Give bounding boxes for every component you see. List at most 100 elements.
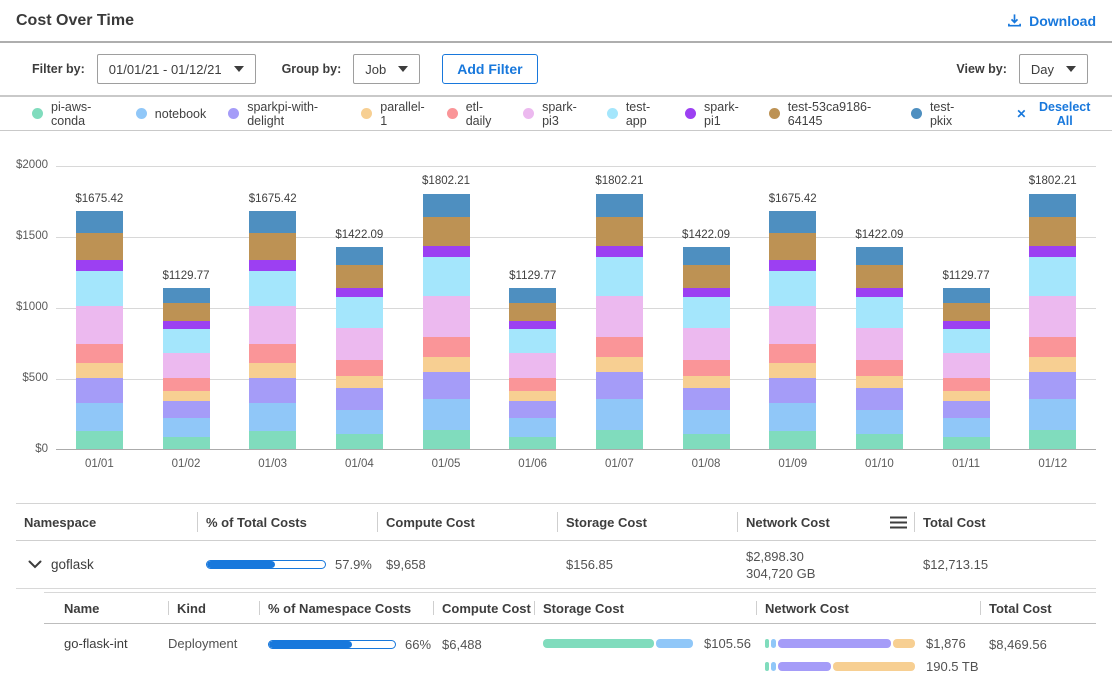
stacked-bar[interactable] (76, 211, 123, 449)
legend-item-spark-pi3[interactable]: spark-pi3 (523, 100, 585, 128)
bar-segment-pi-aws-conda[interactable] (596, 430, 643, 449)
bar-segment-test-53ca9186-64145[interactable] (596, 217, 643, 246)
legend-item-parallel-1[interactable]: parallel-1 (361, 100, 424, 128)
bar-segment-test-53ca9186-64145[interactable] (943, 303, 990, 322)
bar-segment-spark-pi3[interactable] (336, 328, 383, 360)
bar-segment-sparkpi-with-delight[interactable] (1029, 372, 1076, 399)
bar-segment-test-app[interactable] (856, 297, 903, 327)
bar-segment-spark-pi3[interactable] (856, 328, 903, 360)
bar-segment-pi-aws-conda[interactable] (76, 431, 123, 449)
bar-segment-sparkpi-with-delight[interactable] (596, 372, 643, 399)
bar-segment-etl-daily[interactable] (856, 360, 903, 376)
bar-segment-spark-pi3[interactable] (596, 296, 643, 337)
bar-segment-spark-pi1[interactable] (249, 260, 296, 271)
bar-segment-parallel-1[interactable] (943, 391, 990, 401)
bar-segment-notebook[interactable] (769, 403, 816, 432)
bar-segment-etl-daily[interactable] (683, 360, 730, 376)
bar-segment-test-app[interactable] (943, 329, 990, 353)
legend-item-test-53ca9186-64145[interactable]: test-53ca9186-64145 (769, 100, 889, 128)
bar-segment-spark-pi1[interactable] (596, 246, 643, 258)
bar-segment-test-app[interactable] (1029, 257, 1076, 295)
bar-segment-parallel-1[interactable] (856, 376, 903, 388)
bar-segment-spark-pi1[interactable] (943, 321, 990, 328)
bar-segment-notebook[interactable] (423, 399, 470, 430)
bar-segment-test-pkix[interactable] (76, 211, 123, 232)
stacked-bar[interactable] (336, 247, 383, 449)
bar-segment-test-app[interactable] (76, 271, 123, 307)
bar-segment-parallel-1[interactable] (76, 363, 123, 377)
bar-segment-spark-pi3[interactable] (1029, 296, 1076, 337)
bar-segment-notebook[interactable] (336, 410, 383, 434)
bar-segment-spark-pi3[interactable] (249, 306, 296, 344)
date-range-select[interactable]: 01/01/21 - 01/12/21 (97, 54, 256, 84)
bar-segment-sparkpi-with-delight[interactable] (856, 388, 903, 409)
bar-segment-parallel-1[interactable] (509, 391, 556, 401)
bar-segment-test-53ca9186-64145[interactable] (163, 303, 210, 322)
bar-segment-test-pkix[interactable] (509, 288, 556, 303)
bar-segment-notebook[interactable] (596, 399, 643, 430)
bar-segment-test-app[interactable] (423, 257, 470, 295)
bar-segment-spark-pi3[interactable] (509, 353, 556, 379)
bar-segment-etl-daily[interactable] (769, 344, 816, 363)
bar-segment-test-53ca9186-64145[interactable] (509, 303, 556, 322)
bar-segment-pi-aws-conda[interactable] (163, 437, 210, 449)
bar-segment-test-pkix[interactable] (856, 247, 903, 265)
stacked-bar[interactable] (683, 247, 730, 449)
bar-segment-spark-pi1[interactable] (683, 288, 730, 297)
legend-item-test-pkix[interactable]: test-pkix (911, 100, 968, 128)
bar-segment-pi-aws-conda[interactable] (856, 434, 903, 449)
bar-segment-test-app[interactable] (769, 271, 816, 307)
bar-segment-notebook[interactable] (856, 410, 903, 434)
bar-segment-spark-pi3[interactable] (163, 353, 210, 379)
stacked-bar[interactable] (856, 247, 903, 449)
bar-segment-parallel-1[interactable] (769, 363, 816, 377)
chevron-down-icon[interactable] (28, 560, 42, 569)
bar-segment-test-pkix[interactable] (769, 211, 816, 232)
bar-segment-test-pkix[interactable] (596, 194, 643, 217)
stacked-bar[interactable] (943, 288, 990, 449)
bar-segment-etl-daily[interactable] (943, 378, 990, 391)
bar-segment-pi-aws-conda[interactable] (249, 431, 296, 449)
bar-segment-test-53ca9186-64145[interactable] (76, 233, 123, 260)
bar-segment-notebook[interactable] (1029, 399, 1076, 430)
bar-segment-pi-aws-conda[interactable] (336, 434, 383, 449)
bar-segment-sparkpi-with-delight[interactable] (249, 378, 296, 403)
bar-segment-sparkpi-with-delight[interactable] (683, 388, 730, 409)
bar-segment-parallel-1[interactable] (596, 357, 643, 372)
bar-segment-spark-pi1[interactable] (423, 246, 470, 258)
column-menu-icon[interactable] (889, 515, 908, 530)
bar-segment-test-app[interactable] (336, 297, 383, 327)
bar-segment-pi-aws-conda[interactable] (423, 430, 470, 449)
bar-segment-notebook[interactable] (683, 410, 730, 434)
bar-segment-test-app[interactable] (163, 329, 210, 353)
bar-segment-spark-pi3[interactable] (76, 306, 123, 344)
bar-segment-etl-daily[interactable] (1029, 337, 1076, 357)
bar-segment-sparkpi-with-delight[interactable] (769, 378, 816, 403)
bar-segment-sparkpi-with-delight[interactable] (943, 401, 990, 418)
bar-segment-sparkpi-with-delight[interactable] (76, 378, 123, 403)
table-row-goflask[interactable]: goflask 57.9% $9,658 $156.85 $2,898.30 3… (16, 541, 1096, 589)
group-by-select[interactable]: Job (353, 54, 420, 84)
bar-segment-spark-pi1[interactable] (336, 288, 383, 297)
stacked-bar[interactable] (596, 194, 643, 449)
bar-segment-test-53ca9186-64145[interactable] (336, 265, 383, 288)
deselect-all-button[interactable]: ✕ Deselect All (1016, 100, 1096, 128)
bar-segment-pi-aws-conda[interactable] (1029, 430, 1076, 449)
stacked-bar[interactable] (509, 288, 556, 449)
bar-segment-notebook[interactable] (76, 403, 123, 432)
bar-segment-test-53ca9186-64145[interactable] (769, 233, 816, 260)
bar-segment-test-app[interactable] (596, 257, 643, 295)
bar-segment-test-pkix[interactable] (1029, 194, 1076, 217)
bar-segment-test-pkix[interactable] (163, 288, 210, 303)
legend-item-test-app[interactable]: test-app (607, 100, 663, 128)
legend-item-pi-aws-conda[interactable]: pi-aws-conda (32, 100, 114, 128)
stacked-bar[interactable] (1029, 194, 1076, 449)
legend-item-sparkpi-with-delight[interactable]: sparkpi-with-delight (228, 100, 339, 128)
bar-segment-parallel-1[interactable] (683, 376, 730, 388)
bar-segment-spark-pi3[interactable] (423, 296, 470, 337)
bar-segment-parallel-1[interactable] (423, 357, 470, 372)
legend-item-etl-daily[interactable]: etl-daily (447, 100, 501, 128)
stacked-bar[interactable] (249, 211, 296, 449)
bar-segment-spark-pi1[interactable] (509, 321, 556, 328)
bar-segment-test-53ca9186-64145[interactable] (683, 265, 730, 288)
